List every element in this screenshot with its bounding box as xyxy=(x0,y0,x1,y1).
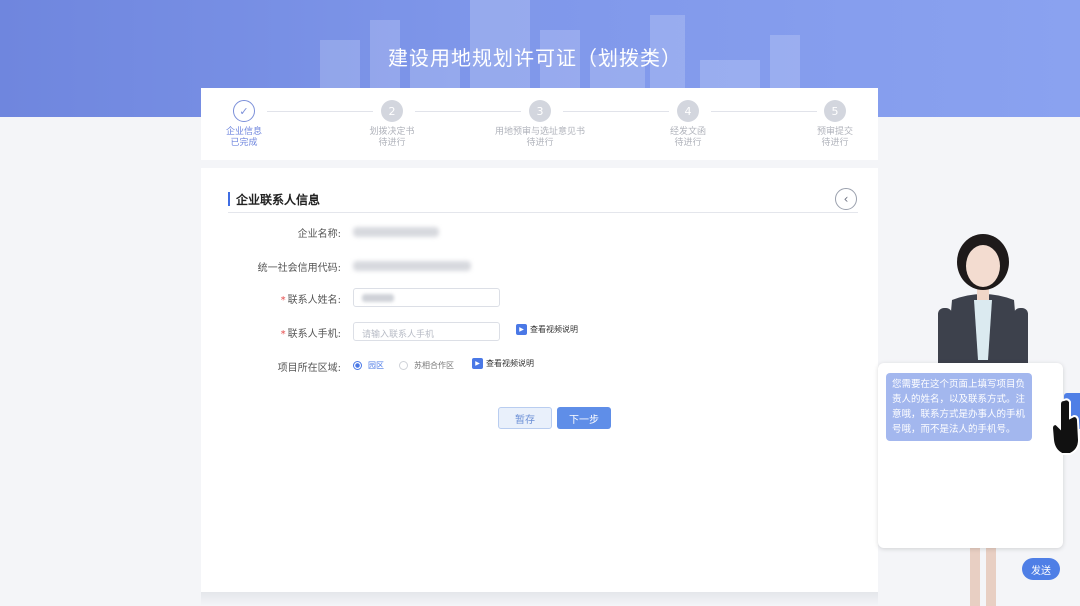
progress-steps: ✓ 企业信息 已完成 2 划拨决定书 待进行 3 用地预审与选址意见书 待进行 … xyxy=(201,88,878,160)
video-link-label: 查看视频说明 xyxy=(530,325,578,334)
region-option-label: 苏相合作区 xyxy=(414,361,454,370)
chat-panel: 您需要在这个页面上填写项目负责人的姓名，以及联系方式。注意哦，联系方式是办事人的… xyxy=(878,363,1063,548)
step-name: 用地预审与选址意见书 xyxy=(494,127,585,137)
step-pre-submit: 5 预审提交 待进行 xyxy=(775,100,895,149)
step-company-info: ✓ 企业信息 已完成 xyxy=(184,100,304,149)
contact-info-form: 企业联系人信息 ‹ 企业名称: 统一社会信用代码: * 联系人姓名: * 联系人手机… xyxy=(201,168,878,593)
contact-phone-row: * 联系人手机: 请输入联系人手机 ▶ 查看视频说明 xyxy=(201,322,878,342)
send-button[interactable]: 发送 xyxy=(1022,558,1060,580)
step-name: 经发文函 xyxy=(669,127,706,137)
credit-code-row: 统一社会信用代码: xyxy=(201,256,878,276)
radio-checked-icon xyxy=(353,361,362,370)
step-status: 待进行 xyxy=(674,138,702,148)
step-land-preview: 3 用地预审与选址意见书 待进行 xyxy=(480,100,600,149)
step-status: 待进行 xyxy=(526,138,554,148)
credit-code-value-redacted xyxy=(353,261,471,271)
region-radio-suxiang[interactable]: 苏相合作区 xyxy=(399,360,454,371)
video-icon: ▶ xyxy=(472,358,483,369)
step-name: 企业信息 xyxy=(225,127,262,137)
step-status: 待进行 xyxy=(821,138,849,148)
region-radio-park[interactable]: 园区 xyxy=(353,360,384,371)
contact-phone-label: * 联系人手机: xyxy=(281,325,341,340)
contact-phone-label-text: 联系人手机: xyxy=(287,329,341,340)
next-step-button[interactable]: 下一步 xyxy=(557,407,611,429)
save-draft-button[interactable]: 暂存 xyxy=(498,407,552,429)
back-button[interactable]: ‹ xyxy=(835,188,857,210)
video-icon: ▶ xyxy=(516,324,527,335)
contact-name-row: * 联系人姓名: xyxy=(201,288,878,308)
section-accent-bar xyxy=(228,192,230,206)
step-number: 3 xyxy=(529,100,551,122)
step-name: 划拨决定书 xyxy=(369,127,415,137)
step-number: 2 xyxy=(381,100,403,122)
region-option-label: 园区 xyxy=(368,361,384,370)
required-mark: * xyxy=(280,329,286,340)
assistant-message: 您需要在这个页面上填写项目负责人的姓名，以及联系方式。注意哦，联系方式是办事人的… xyxy=(886,373,1032,441)
credit-code-label: 统一社会信用代码: xyxy=(257,263,341,274)
step-number: 4 xyxy=(677,100,699,122)
page-title: 建设用地规划许可证（划拨类） xyxy=(388,46,682,70)
video-help-link[interactable]: ▶ 查看视频说明 xyxy=(516,324,578,335)
contact-name-label-text: 联系人姓名: xyxy=(287,295,341,306)
radio-unchecked-icon xyxy=(399,361,408,370)
region-row: 项目所在区域: 园区 苏相合作区 ▶ 查看视频说明 xyxy=(201,356,878,376)
region-label: 项目所在区域: xyxy=(277,363,341,374)
section-title: 企业联系人信息 xyxy=(236,193,321,207)
pointer-hand-icon xyxy=(1050,398,1080,455)
step-status: 已完成 xyxy=(230,138,258,148)
required-mark: * xyxy=(280,295,286,306)
check-icon: ✓ xyxy=(233,100,255,122)
card-shadow xyxy=(201,592,878,606)
company-name-row: 企业名称: xyxy=(201,222,878,242)
contact-name-value-redacted xyxy=(362,294,394,302)
contact-name-label: * 联系人姓名: xyxy=(281,291,341,306)
chevron-left-icon: ‹ xyxy=(843,192,849,206)
video-help-link[interactable]: ▶ 查看视频说明 xyxy=(472,358,534,369)
company-name-label: 企业名称: xyxy=(297,229,341,240)
step-number: 5 xyxy=(824,100,846,122)
step-economic-letter: 4 经发文函 待进行 xyxy=(628,100,748,149)
contact-phone-field[interactable]: 请输入联系人手机 xyxy=(353,322,500,341)
step-status: 待进行 xyxy=(378,138,406,148)
contact-name-field[interactable] xyxy=(353,288,500,307)
step-name: 预审提交 xyxy=(816,127,853,137)
step-allocation-decision: 2 划拨决定书 待进行 xyxy=(332,100,452,149)
company-name-value-redacted xyxy=(353,227,439,237)
section-divider xyxy=(228,212,858,213)
video-link-label: 查看视频说明 xyxy=(486,359,534,368)
